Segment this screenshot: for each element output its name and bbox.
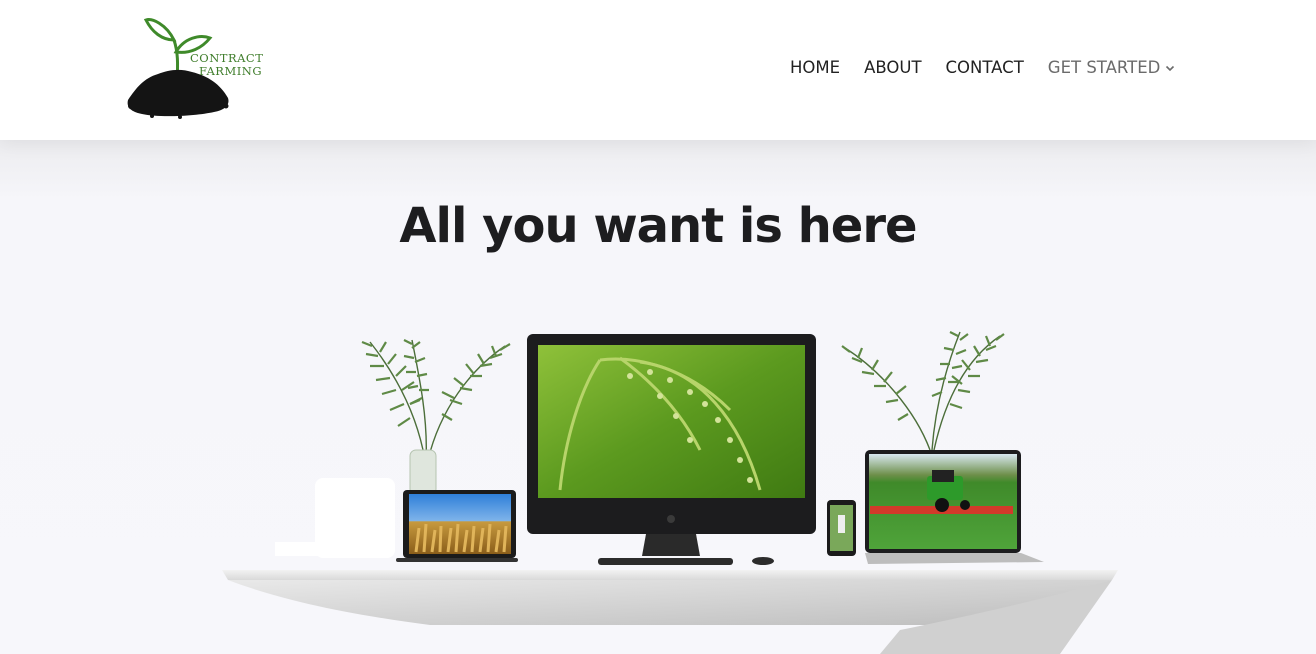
chevron-down-icon bbox=[1166, 65, 1175, 72]
nav-about[interactable]: ABOUT bbox=[864, 57, 921, 79]
logo-text-line1: CONTRACT bbox=[190, 51, 264, 65]
nav-get-started-label: GET STARTED bbox=[1047, 58, 1161, 77]
devices-desk-illustration bbox=[222, 331, 1118, 654]
tablet-device bbox=[396, 490, 518, 562]
nav-get-started[interactable]: GET STARTED bbox=[1048, 57, 1176, 79]
site-header: CONTRACT FARMING HOME ABOUT CONTACT GET … bbox=[0, 0, 1316, 140]
logo-text-line2: FARMING bbox=[199, 64, 263, 78]
nav-contact[interactable]: CONTACT bbox=[946, 57, 1024, 79]
desk bbox=[222, 570, 1118, 654]
left-fern-plant bbox=[361, 339, 511, 496]
site-logo[interactable]: CONTRACT FARMING bbox=[122, 14, 267, 120]
nav-home[interactable]: HOME bbox=[790, 57, 840, 79]
desktop-monitor-device bbox=[527, 334, 816, 565]
phone-device bbox=[827, 500, 856, 556]
laptop-device bbox=[865, 450, 1044, 564]
main-nav: HOME ABOUT CONTACT GET STARTED bbox=[790, 57, 1175, 79]
right-fern-plant bbox=[841, 331, 1005, 451]
hero-title: All you want is here bbox=[399, 198, 917, 254]
